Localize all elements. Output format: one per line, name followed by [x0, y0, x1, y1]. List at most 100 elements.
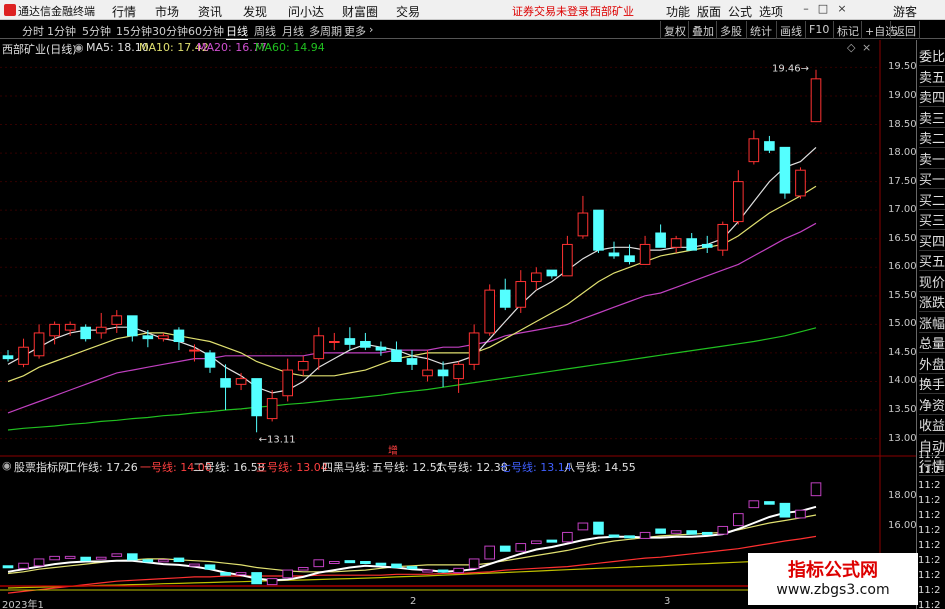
indicator-bar	[468, 558, 480, 569]
side-panel-item[interactable]: 买一	[919, 169, 945, 189]
price-tick-label: 17.50	[888, 175, 917, 187]
indicator-ma10-line	[7, 514, 817, 575]
indicator-bar	[499, 545, 511, 552]
candle-body	[126, 315, 138, 337]
indicator-bar	[391, 563, 402, 568]
candle-body	[717, 223, 729, 251]
side-panel-item[interactable]: 卖二	[919, 128, 945, 148]
side-panel-item[interactable]: 卖四	[919, 87, 945, 107]
side-panel-item[interactable]: 委比	[919, 46, 945, 66]
tick-time: 11:2	[918, 465, 941, 476]
candle-body	[655, 232, 666, 248]
close-small-icon[interactable]: ×	[862, 41, 871, 54]
watermark-title: 指标公式网	[788, 560, 878, 581]
indicator-line-1: 工作线: 17.26	[66, 461, 138, 474]
indicator-settings-icon[interactable]: ◉	[2, 459, 12, 472]
candle-body	[732, 181, 744, 223]
indicator-bar	[810, 482, 822, 497]
tick-time: 11:2	[918, 600, 941, 609]
side-panel-item[interactable]: 涨跌	[919, 292, 945, 312]
indicator-bar	[593, 521, 604, 535]
price-tick-label: 13.00	[888, 432, 917, 444]
main-chart-header: 西部矿业(日线) ◉ MA5: 18.10 MA10: 17.42 MA20: …	[0, 40, 880, 56]
side-panel-item[interactable]: 买五	[919, 251, 945, 271]
indicator-bar	[158, 559, 169, 563]
indicator-bar	[437, 569, 449, 573]
indicator-bar	[453, 567, 464, 574]
indicator-bar	[64, 555, 76, 559]
candle-body	[313, 335, 325, 360]
candle-body	[562, 243, 573, 277]
indicator-bar	[49, 555, 60, 561]
indicator-bar	[111, 553, 123, 557]
indicator-bar	[515, 543, 527, 552]
indicator-bar	[189, 563, 200, 567]
price-tick-label: 14.50	[888, 346, 917, 358]
side-panel-item[interactable]: 现价	[919, 272, 945, 292]
settings-circle-icon[interactable]: ◉	[74, 41, 84, 54]
indicator-bar	[732, 513, 744, 527]
candle-body	[810, 78, 822, 123]
side-panel-item[interactable]: 卖五	[919, 67, 945, 87]
candle-body	[33, 332, 45, 357]
candle-body	[608, 252, 620, 257]
price-tick-label: 19.00	[888, 89, 917, 101]
indicator-bar	[173, 557, 185, 563]
price-tick-label: 17.00	[888, 204, 917, 216]
candle-body	[422, 369, 433, 377]
indicator-bar	[764, 501, 775, 505]
candle-body	[158, 335, 169, 340]
side-panel-item[interactable]: 买二	[919, 190, 945, 210]
indicator-bar	[360, 561, 371, 565]
side-panel-item[interactable]: 卖一	[919, 149, 945, 169]
candle-body	[577, 212, 589, 237]
candle-body	[64, 323, 76, 331]
candle-body	[49, 323, 60, 337]
side-panel-item[interactable]: 总量	[919, 333, 945, 353]
side-panel-item[interactable]: 卖三	[919, 108, 945, 128]
indicator-bar	[406, 566, 418, 570]
indicator-line-4: 三号线: 13.04	[256, 461, 328, 474]
side-panel-item[interactable]: 买三	[919, 210, 945, 230]
side-panel-item[interactable]: 净资	[919, 395, 945, 415]
indicator-bar	[701, 531, 713, 535]
side-panel-item[interactable]: 外盘	[919, 354, 945, 374]
date-label: 2	[410, 596, 417, 607]
candle-body	[546, 269, 558, 277]
indicator-bar	[779, 502, 791, 518]
quote-side-panel: 委比 卖五 卖四 卖三 卖二 卖一 买一 买二 买三 买四 买五 现价 涨跌 涨幅 总量 外盘 换手 净资 收益 自动…	[916, 40, 945, 609]
side-panel-item[interactable]: 收益	[919, 415, 945, 435]
indicator-bar	[80, 556, 92, 562]
price-tick-label: 15.50	[888, 289, 917, 301]
candle-body	[515, 281, 527, 308]
indicator-bar	[608, 534, 620, 538]
tick-time: 11:2	[918, 540, 941, 551]
indicator-tick-label: 18.00	[888, 490, 917, 501]
indicator-bar	[126, 553, 138, 561]
candle-body	[764, 141, 775, 151]
date-label: 2023年1	[2, 600, 44, 609]
side-panel-item[interactable]: 买四	[919, 231, 945, 251]
indicator-bar	[282, 569, 294, 579]
tick-time: 11:2	[918, 450, 941, 461]
candle-body	[701, 243, 713, 248]
candle-body	[499, 289, 511, 308]
watermark-logo: 指标公式网 www.zbgs3.com	[748, 553, 918, 605]
indicator-bar	[142, 559, 154, 563]
diamond-icon[interactable]: ◇	[847, 41, 855, 54]
candle-body	[235, 378, 247, 385]
candle-body	[453, 363, 464, 380]
candle-body	[670, 238, 682, 248]
date-label: 3	[664, 596, 671, 607]
candle-body	[142, 335, 154, 340]
side-panel-item[interactable]: 换手	[919, 374, 945, 394]
candle-body	[189, 349, 200, 352]
side-panel-item[interactable]: 涨幅	[919, 313, 945, 333]
indicator-bar	[344, 560, 356, 564]
indicator-bar	[235, 572, 247, 576]
candle-body	[639, 243, 651, 265]
kline-chart[interactable]: 19.46→ ←13.11 增	[0, 0, 945, 609]
indicator-bar	[562, 531, 573, 543]
candle-body	[360, 341, 371, 348]
indicator-bar	[375, 562, 387, 566]
